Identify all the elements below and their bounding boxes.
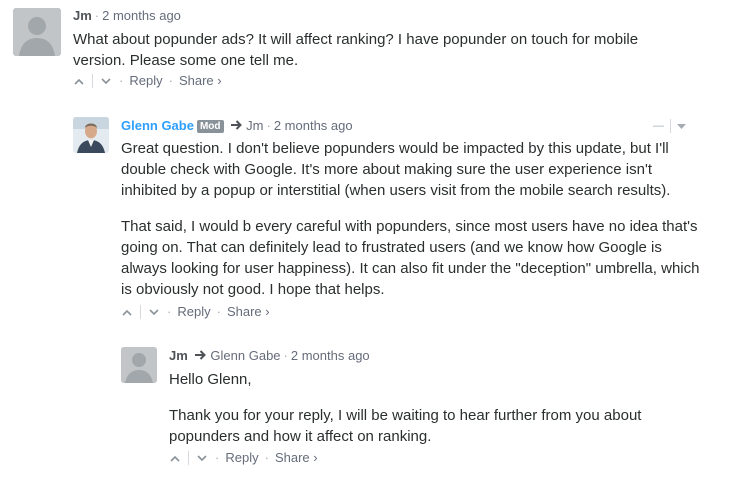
- share-button[interactable]: Share ›: [275, 450, 318, 465]
- comment-body: Hello Glenn, Thank you for your reply, I…: [169, 369, 669, 447]
- chevron-up-icon[interactable]: [168, 451, 182, 465]
- comment-menu: —: [653, 118, 686, 133]
- comment-paragraph: Thank you for your reply, I will be wait…: [169, 407, 642, 445]
- comment-footer: · Reply · Share ›: [72, 73, 222, 88]
- avatar[interactable]: [13, 8, 61, 56]
- comment-paragraph: That said, I would b every careful with …: [121, 218, 700, 298]
- author-name[interactable]: Jm: [73, 8, 92, 23]
- reply-button[interactable]: Reply: [129, 73, 162, 88]
- share-button[interactable]: Share ›: [179, 73, 222, 88]
- share-button[interactable]: Share ›: [227, 304, 270, 319]
- menu-divider: [670, 118, 671, 133]
- comment-meta: Jm Glenn Gabe · 2 months ago: [169, 348, 370, 363]
- chevron-down-icon[interactable]: [195, 451, 209, 465]
- reply-button[interactable]: Reply: [177, 304, 210, 319]
- vote-divider: [188, 450, 189, 465]
- comment-meta: Glenn Gabe Mod Jm · 2 months ago: [121, 118, 353, 133]
- chevron-down-icon[interactable]: [99, 74, 113, 88]
- reply-to-name[interactable]: Jm: [246, 118, 263, 133]
- timestamp[interactable]: 2 months ago: [274, 118, 353, 133]
- author-name[interactable]: Jm: [169, 348, 188, 363]
- vote-divider: [92, 73, 93, 88]
- caret-down-icon[interactable]: [677, 118, 686, 133]
- comment-body: What about popunder ads? It will affect …: [73, 29, 673, 71]
- moderator-badge: Mod: [196, 120, 224, 133]
- avatar[interactable]: [121, 347, 157, 383]
- timestamp[interactable]: 2 months ago: [291, 348, 370, 363]
- comment-paragraph: What about popunder ads? It will affect …: [73, 31, 639, 69]
- reply-to-name[interactable]: Glenn Gabe: [210, 348, 280, 363]
- reply-arrow-icon: [194, 348, 207, 363]
- reply-arrow-icon: [230, 118, 243, 133]
- comment-paragraph: Great question. I don't believe popunder…: [121, 140, 671, 199]
- reply-button[interactable]: Reply: [225, 450, 258, 465]
- comment-footer: · Reply · Share ›: [120, 304, 270, 319]
- chevron-up-icon[interactable]: [120, 305, 134, 319]
- chevron-up-icon[interactable]: [72, 74, 86, 88]
- author-name[interactable]: Glenn Gabe: [121, 118, 194, 133]
- collapse-button[interactable]: —: [653, 120, 664, 132]
- comment-footer: · Reply · Share ›: [168, 450, 318, 465]
- vote-divider: [140, 304, 141, 319]
- chevron-down-icon[interactable]: [147, 305, 161, 319]
- avatar[interactable]: [73, 117, 109, 153]
- comment-body: Great question. I don't believe popunder…: [121, 138, 701, 300]
- timestamp[interactable]: 2 months ago: [102, 8, 181, 23]
- comment-paragraph: Hello Glenn,: [169, 371, 252, 388]
- comment-meta: Jm · 2 months ago: [73, 8, 181, 23]
